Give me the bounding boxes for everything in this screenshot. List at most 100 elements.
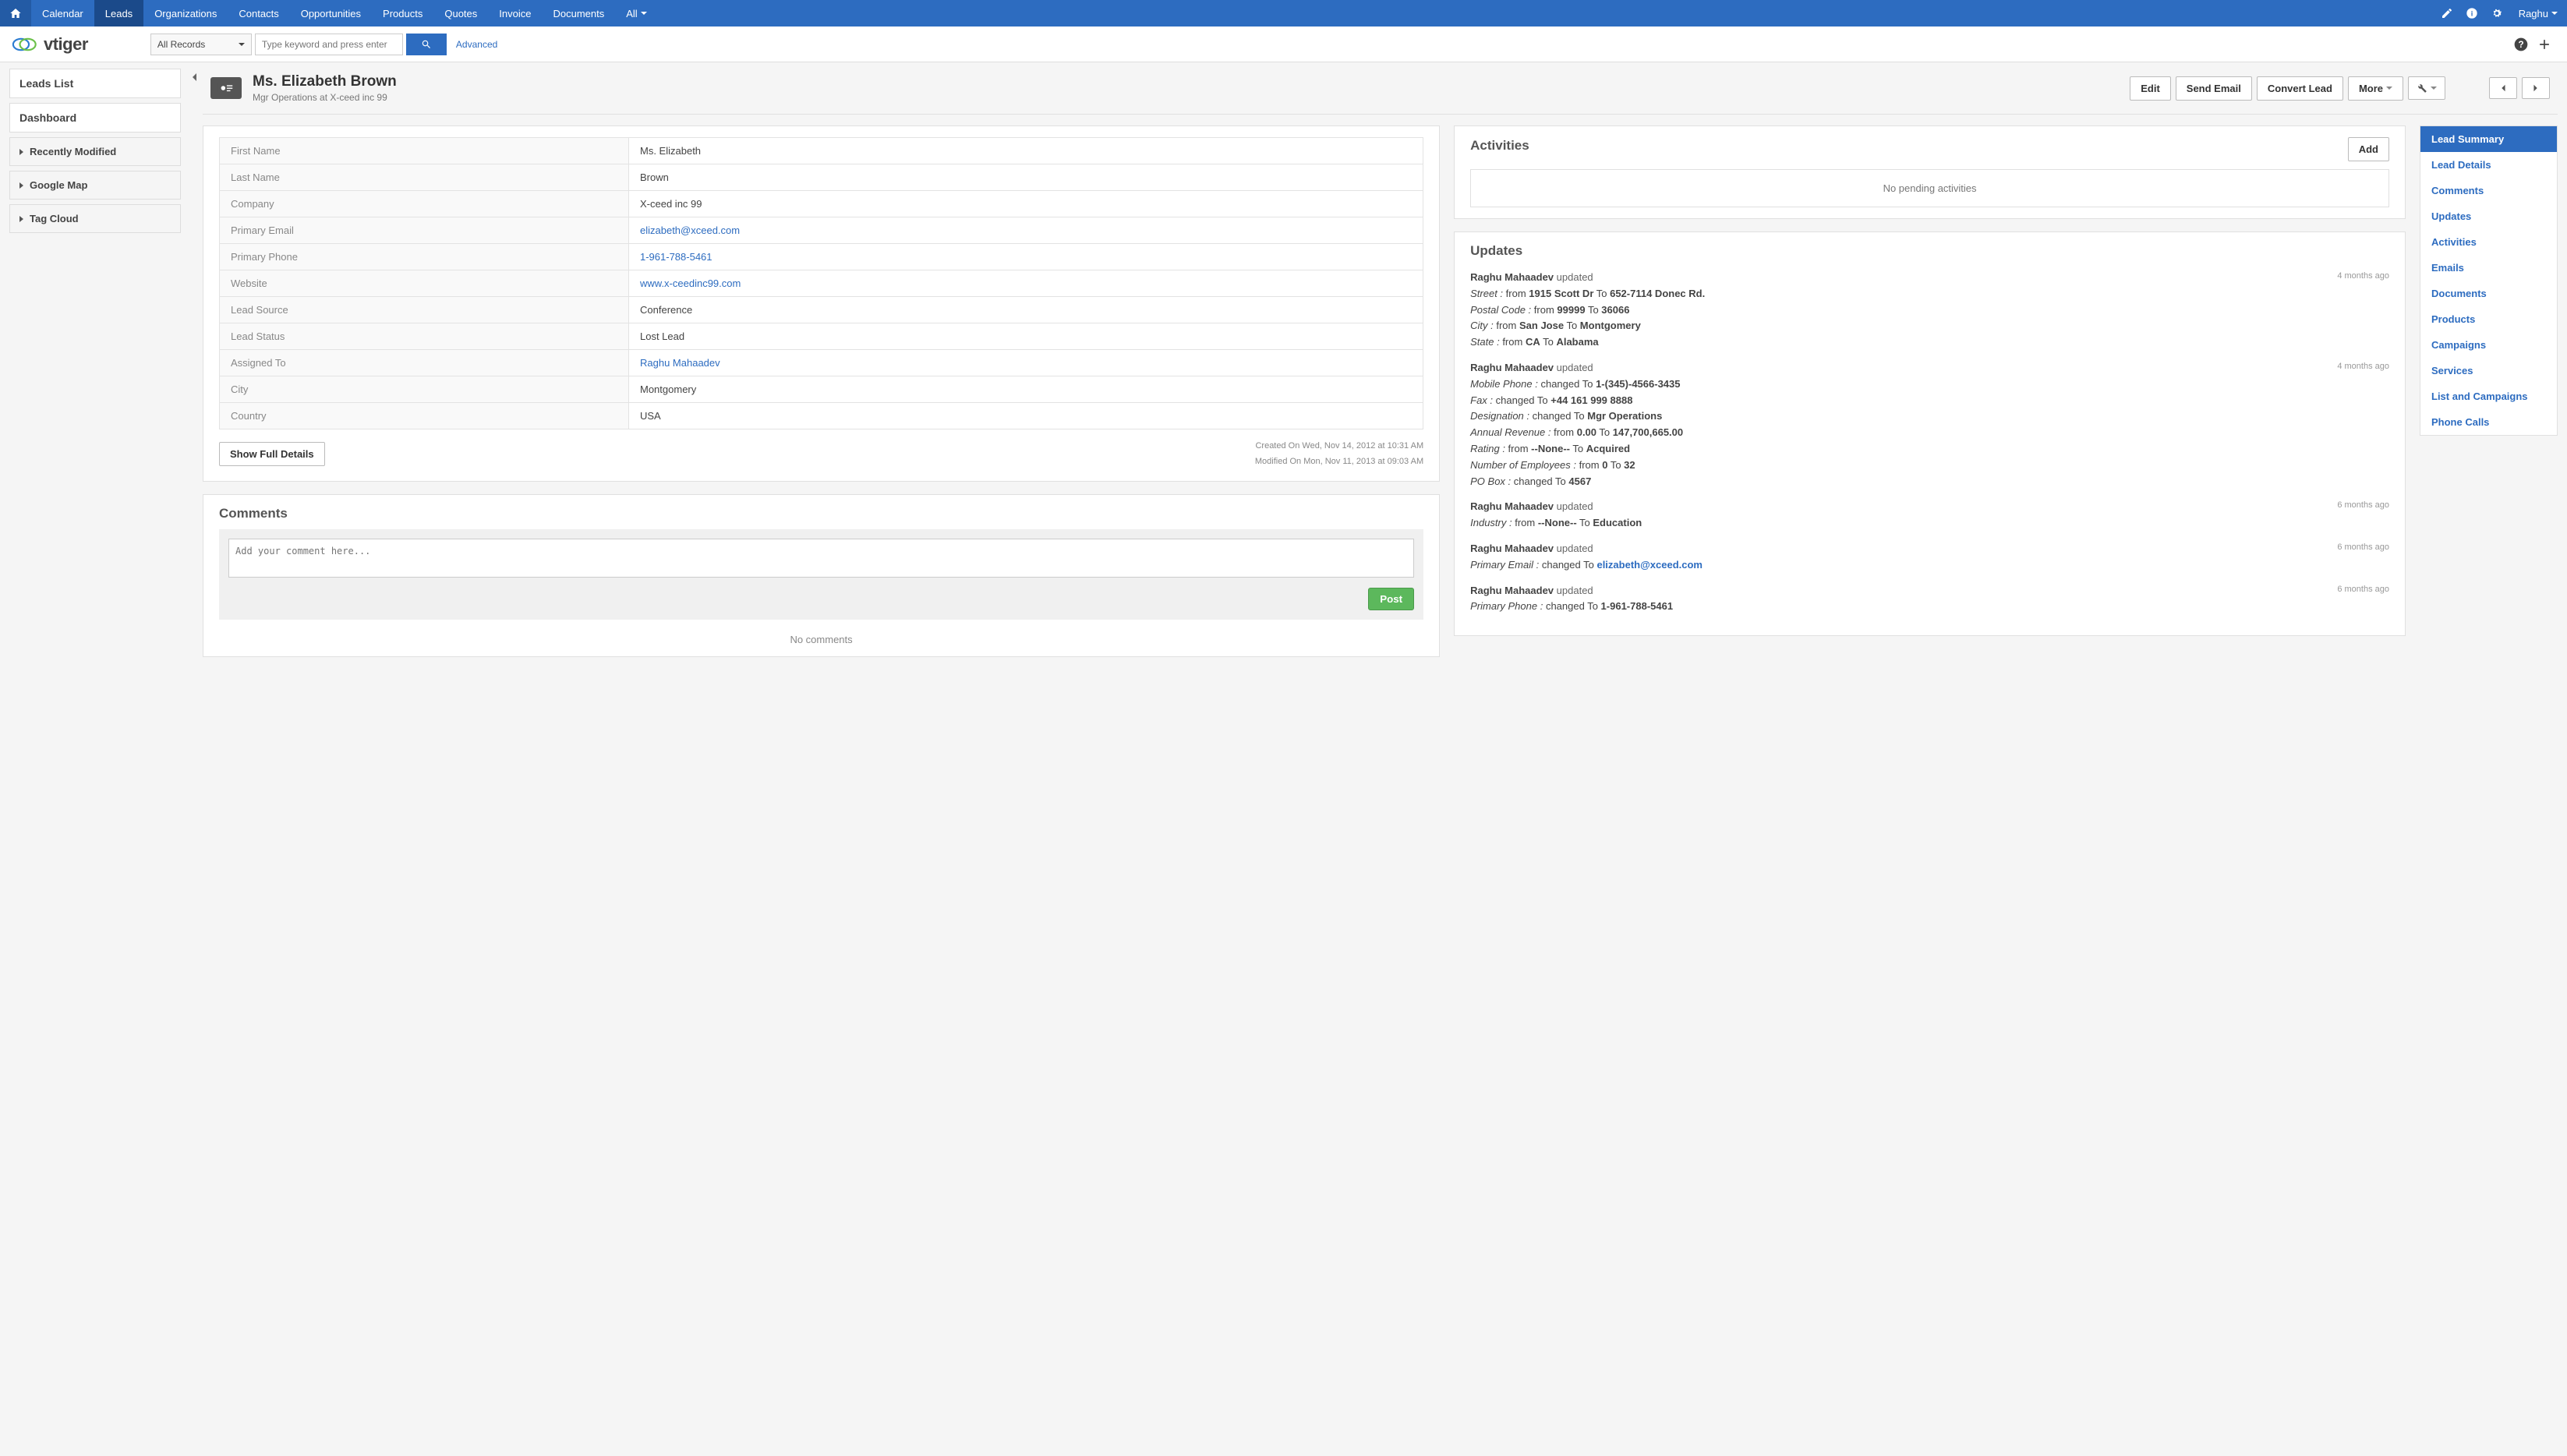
field-label: Lead Status [220, 323, 629, 350]
triangle-right-icon [19, 149, 23, 155]
field-value: www.x-ceedinc99.com [629, 270, 1423, 297]
no-activities: No pending activities [1470, 169, 2389, 207]
field-label: Assigned To [220, 350, 629, 376]
update-link[interactable]: elizabeth@xceed.com [1596, 559, 1702, 571]
field-value: Montgomery [629, 376, 1423, 403]
svg-text:?: ? [2518, 40, 2523, 50]
nav-all[interactable]: All [615, 0, 657, 27]
top-nav: CalendarLeadsOrganizationsContactsOpport… [0, 0, 2567, 27]
related-activities[interactable]: Activities [2420, 229, 2557, 255]
record-title: Ms. Elizabeth Brown [253, 73, 397, 90]
triangle-right-icon [19, 182, 23, 189]
related-services[interactable]: Services [2420, 358, 2557, 383]
nav-documents[interactable]: Documents [542, 0, 615, 27]
lead-icon [210, 77, 242, 99]
activities-card: Activities Add No pending activities [1454, 125, 2406, 219]
nav-calendar[interactable]: Calendar [31, 0, 94, 27]
post-comment-button[interactable]: Post [1368, 588, 1414, 610]
activities-title: Activities [1470, 138, 1529, 154]
collapse-sidebar-icon[interactable] [190, 62, 200, 685]
add-activity-button[interactable]: Add [2348, 137, 2389, 161]
related-products[interactable]: Products [2420, 306, 2557, 332]
chevron-down-icon [2431, 87, 2437, 90]
field-value: 1-961-788-5461 [629, 244, 1423, 270]
updates-title: Updates [1470, 243, 2389, 259]
field-value: Raghu Mahaadev [629, 350, 1423, 376]
field-label: Lead Source [220, 297, 629, 323]
chevron-down-icon [641, 12, 647, 15]
vtiger-logo[interactable]: vtiger [11, 34, 88, 55]
chevron-down-icon [239, 43, 245, 46]
sidebar-recently-modified[interactable]: Recently Modified [9, 137, 181, 166]
related-emails[interactable]: Emails [2420, 255, 2557, 281]
help-icon[interactable]: ? [2509, 37, 2533, 52]
record-subtitle: Mgr Operations at X-ceed inc 99 [253, 92, 397, 103]
search-button[interactable] [406, 34, 447, 55]
field-value: Conference [629, 297, 1423, 323]
nav-quotes[interactable]: Quotes [433, 0, 488, 27]
more-button[interactable]: More [2348, 76, 2403, 101]
updates-card: Updates 4 months agoRaghu Mahaadev updat… [1454, 231, 2406, 636]
field-label: Website [220, 270, 629, 297]
update-entry: 4 months agoRaghu Mahaadev updatedMobile… [1470, 360, 2389, 489]
field-link[interactable]: Raghu Mahaadev [640, 357, 720, 369]
home-icon[interactable] [0, 0, 31, 27]
send-email-button[interactable]: Send Email [2176, 76, 2252, 101]
user-menu[interactable]: Raghu [2509, 0, 2567, 27]
related-phone-calls[interactable]: Phone Calls [2420, 409, 2557, 435]
field-value: X-ceed inc 99 [629, 191, 1423, 217]
related-comments[interactable]: Comments [2420, 178, 2557, 203]
edit-button[interactable]: Edit [2130, 76, 2171, 101]
comment-textarea[interactable] [228, 539, 1414, 578]
nav-invoice[interactable]: Invoice [488, 0, 542, 27]
records-scope-select[interactable]: All Records [150, 34, 252, 55]
related-updates[interactable]: Updates [2420, 203, 2557, 229]
sidebar-tag-cloud[interactable]: Tag Cloud [9, 204, 181, 233]
search-input[interactable] [255, 34, 403, 55]
field-link[interactable]: 1-961-788-5461 [640, 251, 712, 263]
update-entry: 4 months agoRaghu Mahaadev updatedStreet… [1470, 270, 2389, 351]
convert-lead-button[interactable]: Convert Lead [2257, 76, 2343, 101]
svg-text:i: i [2470, 9, 2473, 17]
nav-contacts[interactable]: Contacts [228, 0, 289, 27]
field-label: Primary Email [220, 217, 629, 244]
sidebar-google-map[interactable]: Google Map [9, 171, 181, 200]
field-label: Last Name [220, 164, 629, 191]
gear-icon[interactable] [2484, 0, 2509, 27]
details-card: First NameMs. ElizabethLast NameBrownCom… [203, 125, 1440, 482]
related-list-and-campaigns[interactable]: List and Campaigns [2420, 383, 2557, 409]
add-icon[interactable] [2533, 37, 2556, 52]
nav-leads[interactable]: Leads [94, 0, 143, 27]
advanced-search-link[interactable]: Advanced [456, 39, 497, 50]
chevron-down-icon [2551, 12, 2558, 15]
update-time: 6 months ago [2337, 583, 2389, 597]
next-record-button[interactable] [2522, 77, 2550, 99]
related-documents[interactable]: Documents [2420, 281, 2557, 306]
triangle-right-icon [19, 216, 23, 222]
pencil-icon[interactable] [2434, 0, 2459, 27]
related-list: Lead SummaryLead DetailsCommentsUpdatesA… [2420, 125, 2558, 436]
info-icon[interactable]: i [2459, 0, 2484, 27]
related-campaigns[interactable]: Campaigns [2420, 332, 2557, 358]
sidebar-leads-list[interactable]: Leads List [9, 69, 181, 98]
related-lead-summary[interactable]: Lead Summary [2420, 126, 2557, 152]
tools-button[interactable] [2408, 76, 2445, 100]
nav-products[interactable]: Products [372, 0, 433, 27]
record-header: Ms. Elizabeth Brown Mgr Operations at X-… [203, 69, 2558, 115]
field-link[interactable]: elizabeth@xceed.com [640, 224, 740, 236]
field-label: Country [220, 403, 629, 429]
update-entry: 6 months agoRaghu Mahaadev updatedPrimar… [1470, 583, 2389, 616]
field-link[interactable]: www.x-ceedinc99.com [640, 277, 741, 289]
update-entry: 6 months agoRaghu Mahaadev updatedPrimar… [1470, 541, 2389, 574]
prev-record-button[interactable] [2489, 77, 2517, 99]
show-full-details-button[interactable]: Show Full Details [219, 442, 325, 466]
nav-opportunities[interactable]: Opportunities [290, 0, 372, 27]
update-time: 4 months ago [2337, 270, 2389, 284]
sidebar-dashboard[interactable]: Dashboard [9, 103, 181, 133]
left-sidebar: Leads List Dashboard Recently Modified Goog… [0, 62, 190, 685]
field-value: Lost Lead [629, 323, 1423, 350]
related-lead-details[interactable]: Lead Details [2420, 152, 2557, 178]
field-value: USA [629, 403, 1423, 429]
update-entry: 6 months agoRaghu Mahaadev updatedIndust… [1470, 499, 2389, 532]
nav-organizations[interactable]: Organizations [143, 0, 228, 27]
